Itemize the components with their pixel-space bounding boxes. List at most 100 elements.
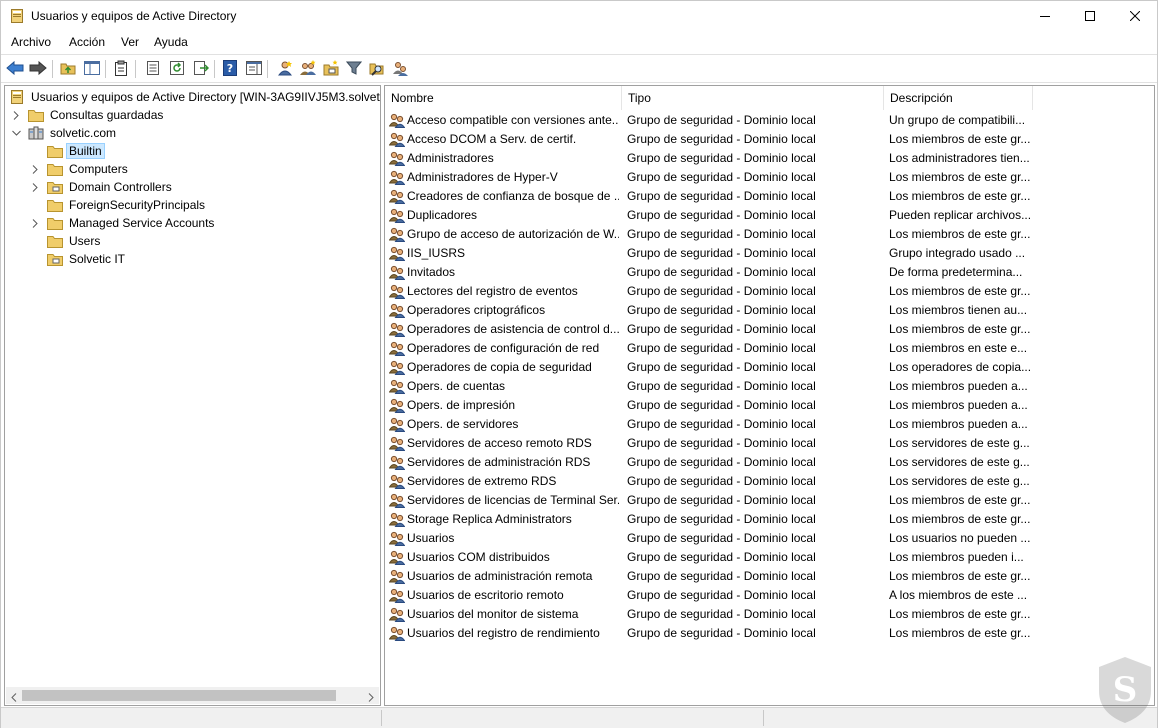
table-row[interactable]: Usuarios COM distribuidos Grupo de seguri… — [385, 548, 1154, 567]
tree-item-foreignsecurityprincipals[interactable]: ForeignSecurityPrincipals — [30, 196, 208, 214]
up-level-button[interactable] — [58, 59, 78, 79]
table-row[interactable]: Storage Replica Administrators Grupo de s… — [385, 510, 1154, 529]
close-icon — [1129, 10, 1141, 24]
help-button[interactable]: ? — [220, 59, 240, 79]
table-row[interactable]: Opers. de servidores Grupo de seguridad -… — [385, 415, 1154, 434]
chevron-right-icon[interactable] — [30, 182, 40, 192]
table-row[interactable]: Servidores de extremo RDS Grupo de seguri… — [385, 472, 1154, 491]
table-row[interactable]: Operadores de configuración de red Grupo … — [385, 339, 1154, 358]
cell-name: Opers. de cuentas — [407, 379, 506, 393]
chevron-right-icon[interactable] — [30, 218, 40, 228]
tree-item-solvetic-it[interactable]: Solvetic IT — [30, 250, 128, 268]
tree-root[interactable]: Usuarios y equipos de Active Directory [… — [9, 88, 380, 106]
table-row[interactable]: Operadores de asistencia de control d...… — [385, 320, 1154, 339]
table-row[interactable]: Usuarios de administración remota Grupo d… — [385, 567, 1154, 586]
tree-item-domain-controllers[interactable]: Domain Controllers — [30, 178, 175, 196]
clipboard-button[interactable] — [111, 59, 131, 79]
table-row[interactable]: Duplicadores Grupo de seguridad - Dominio… — [385, 206, 1154, 225]
add-to-group-button[interactable] — [390, 59, 410, 79]
up-folder-icon — [60, 61, 76, 78]
table-row[interactable]: Opers. de impresión Grupo de seguridad - … — [385, 396, 1154, 415]
cell-description: Los miembros de este gr... — [889, 189, 1031, 203]
table-row[interactable]: Acceso DCOM a Serv. de certif. Grupo de s… — [385, 130, 1154, 149]
column-header-description[interactable]: Descripción — [884, 86, 1033, 110]
table-row[interactable]: Grupo de acceso de autorización de W... G… — [385, 225, 1154, 244]
scrollbar-thumb[interactable] — [22, 690, 336, 701]
cell-name: Creadores de confianza de bosque de ... — [407, 189, 619, 203]
refresh-button[interactable] — [167, 59, 187, 79]
chevron-down-icon[interactable] — [11, 128, 21, 138]
new-group-button[interactable] — [298, 59, 318, 79]
tree-item-computers[interactable]: Computers — [30, 160, 131, 178]
scroll-right-icon[interactable] — [367, 691, 375, 702]
table-row[interactable]: Servidores de administración RDS Grupo de… — [385, 453, 1154, 472]
cell-type: Grupo de seguridad - Dominio local — [627, 493, 816, 507]
horizontal-scrollbar[interactable] — [6, 687, 379, 704]
chevron-right-icon[interactable] — [11, 110, 21, 120]
column-header-name[interactable]: Nombre — [385, 86, 622, 110]
table-row[interactable]: Opers. de cuentas Grupo de seguridad - Do… — [385, 377, 1154, 396]
menu-ayuda[interactable]: Ayuda — [154, 35, 188, 49]
tree-item-domain[interactable]: solvetic.com — [11, 124, 119, 142]
table-row[interactable]: Servidores de licencias de Terminal Ser.… — [385, 491, 1154, 510]
menu-archivo[interactable]: Archivo — [11, 35, 51, 49]
back-button[interactable] — [5, 59, 25, 79]
table-row[interactable]: Administradores Grupo de seguridad - Domi… — [385, 149, 1154, 168]
minimize-button[interactable] — [1022, 1, 1068, 32]
export-list-button[interactable] — [191, 59, 211, 79]
properties-button[interactable] — [143, 59, 163, 79]
chevron-right-icon[interactable] — [30, 164, 40, 174]
tree-item-saved-queries[interactable]: Consultas guardadas — [11, 106, 166, 124]
menu-ver[interactable]: Ver — [121, 35, 139, 49]
menu-accion[interactable]: Acción — [69, 35, 105, 49]
toolbar-separator — [135, 60, 136, 78]
table-row[interactable]: Usuarios del monitor de sistema Grupo de … — [385, 605, 1154, 624]
cell-type: Grupo de seguridad - Dominio local — [627, 417, 816, 431]
table-row[interactable]: Creadores de confianza de bosque de ... G… — [385, 187, 1154, 206]
cell-description: Los miembros pueden i... — [889, 550, 1024, 564]
show-hide-tree-button[interactable] — [82, 59, 102, 79]
scroll-left-icon[interactable] — [10, 691, 18, 702]
list-pane[interactable]: Nombre Tipo Descripción Acceso compatibl… — [384, 85, 1155, 706]
cell-name: IIS_IUSRS — [407, 246, 466, 260]
action-pane-icon — [246, 60, 262, 78]
new-ou-button[interactable] — [321, 59, 341, 79]
forward-button[interactable] — [28, 59, 48, 79]
cell-description: Los miembros de este gr... — [889, 227, 1031, 241]
tree-item-managed-service-accounts[interactable]: Managed Service Accounts — [30, 214, 217, 232]
column-header-type[interactable]: Tipo — [622, 86, 884, 110]
cell-type: Grupo de seguridad - Dominio local — [627, 379, 816, 393]
table-row[interactable]: Operadores de copia de seguridad Grupo de… — [385, 358, 1154, 377]
properties-icon — [146, 60, 160, 79]
table-row[interactable]: Lectores del registro de eventos Grupo de… — [385, 282, 1154, 301]
security-group-icon — [388, 112, 406, 128]
cell-name: Usuarios COM distribuidos — [407, 550, 550, 564]
maximize-button[interactable] — [1067, 1, 1113, 32]
ou-folder-icon — [47, 252, 63, 266]
table-row[interactable]: Invitados Grupo de seguridad - Dominio lo… — [385, 263, 1154, 282]
action-pane-button[interactable] — [244, 59, 264, 79]
window-title: Usuarios y equipos de Active Directory — [31, 9, 237, 23]
cell-name: Opers. de impresión — [407, 398, 516, 412]
folder-icon — [28, 108, 44, 122]
table-row[interactable]: Usuarios de escritorio remoto Grupo de se… — [385, 586, 1154, 605]
find-button[interactable] — [367, 59, 387, 79]
cell-type: Grupo de seguridad - Dominio local — [627, 436, 816, 450]
filter-button[interactable] — [344, 59, 364, 79]
close-button[interactable] — [1112, 1, 1158, 32]
table-row[interactable]: Servidores de acceso remoto RDS Grupo de … — [385, 434, 1154, 453]
table-row[interactable]: Acceso compatible con versiones ante... G… — [385, 111, 1154, 130]
tree-pane[interactable]: Usuarios y equipos de Active Directory [… — [4, 85, 381, 706]
table-row[interactable]: Administradores de Hyper-V Grupo de segur… — [385, 168, 1154, 187]
table-row[interactable]: IIS_IUSRS Grupo de seguridad - Dominio lo… — [385, 244, 1154, 263]
table-row[interactable]: Usuarios del registro de rendimiento Grup… — [385, 624, 1154, 643]
new-user-button[interactable] — [275, 59, 295, 79]
table-row[interactable]: Usuarios Grupo de seguridad - Dominio loc… — [385, 529, 1154, 548]
table-row[interactable]: Operadores criptográficos Grupo de seguri… — [385, 301, 1154, 320]
cell-name: Servidores de licencias de Terminal Ser.… — [407, 493, 619, 507]
tree-item-builtin[interactable]: Builtin — [30, 142, 105, 160]
cell-description: Los miembros de este gr... — [889, 322, 1031, 336]
tree-item-users[interactable]: Users — [30, 232, 103, 250]
cell-description: Los miembros pueden a... — [889, 379, 1028, 393]
